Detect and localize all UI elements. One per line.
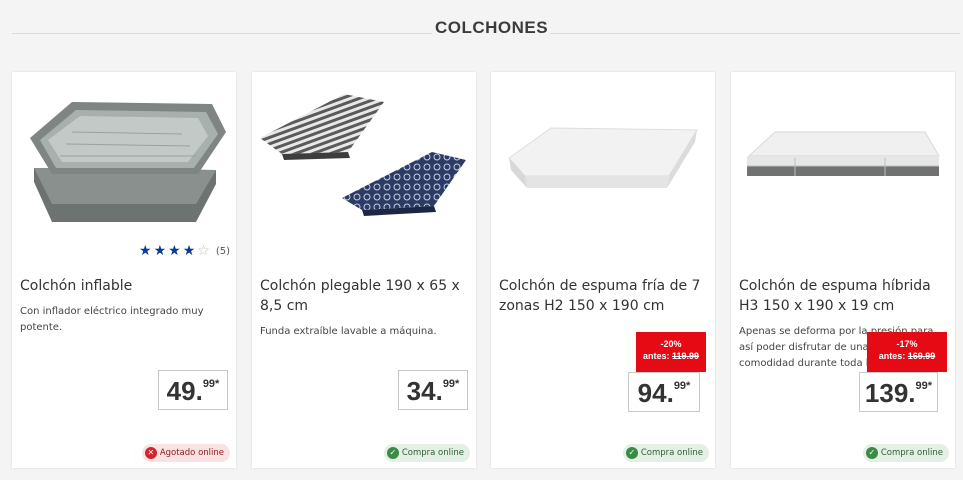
discount-percent: -20% <box>660 339 682 349</box>
availability-label: Compra online <box>880 448 943 458</box>
before-label: antes: <box>642 351 670 361</box>
availability-badge: ✕ Agotado online <box>141 444 230 462</box>
product-image-folding-mattress[interactable] <box>252 72 476 242</box>
check-circle-icon: ✓ <box>865 447 878 459</box>
availability-label: Compra online <box>401 448 464 458</box>
price-box: 49. 99* <box>158 370 228 410</box>
price-box: 139. 99* <box>859 372 938 412</box>
product-title[interactable]: Colchón de espuma híbrida H3 150 x 190 x… <box>739 276 949 316</box>
price-cents: 99* <box>915 380 933 392</box>
section-title: COLCHONES <box>434 18 549 37</box>
x-circle-icon: ✕ <box>144 447 157 459</box>
product-image-inflatable-mattress[interactable] <box>12 72 236 242</box>
product-title[interactable]: Colchón plegable 190 x 65 x 8,5 cm <box>260 276 470 316</box>
price-integer: 49. <box>166 376 203 406</box>
price-integer: 139. <box>864 378 916 408</box>
star-rating[interactable]: ★ ★ ★ ★ ☆ (5) <box>139 244 230 258</box>
check-circle-icon: ✓ <box>625 447 638 459</box>
price-cents: 99* <box>673 380 691 392</box>
availability-label: Agotado online <box>159 448 224 458</box>
before-label: antes: <box>878 351 906 361</box>
product-title[interactable]: Colchón inflable <box>20 276 230 296</box>
star-filled-icon: ★ <box>182 243 196 259</box>
product-card-cold-foam-mattress[interactable]: Colchón de espuma fría de 7 zonas H2 150… <box>491 72 715 468</box>
product-image-hybrid-foam-mattress[interactable] <box>731 72 955 242</box>
product-card-folding-mattress[interactable]: Colchón plegable 190 x 65 x 8,5 cm Funda… <box>252 72 476 468</box>
product-description: Funda extraíble lavable a máquina. <box>260 326 437 337</box>
star-empty-icon: ☆ <box>197 243 210 259</box>
discount-badge: -17% antes: 169.99 <box>867 332 947 372</box>
price-box: 94. 99* <box>628 372 700 412</box>
product-card-inflatable-mattress[interactable]: ★ ★ ★ ★ ☆ (5) Colchón inflable Con infla… <box>12 72 236 468</box>
price-cents: 99* <box>442 378 460 390</box>
availability-badge: ✓ Compra online <box>383 444 470 462</box>
star-filled-icon: ★ <box>168 243 181 259</box>
rating-count[interactable]: (5) <box>216 246 230 257</box>
star-filled-icon: ★ <box>139 243 152 259</box>
check-circle-icon: ✓ <box>386 447 399 459</box>
price-box: 34. 99* <box>398 370 468 410</box>
product-card-hybrid-foam-mattress[interactable]: Colchón de espuma híbrida H3 150 x 190 x… <box>731 72 955 468</box>
availability-label: Compra online <box>640 448 703 458</box>
divider-right <box>550 33 960 34</box>
product-image-cold-foam-mattress[interactable] <box>491 72 715 242</box>
product-description: Con inflador eléctrico integrado muy pot… <box>20 306 204 333</box>
before-price: 169.99 <box>907 351 936 361</box>
product-title[interactable]: Colchón de espuma fría de 7 zonas H2 150… <box>499 276 709 316</box>
price-integer: 94. <box>637 378 674 408</box>
section-header: COLCHONES <box>0 0 963 64</box>
before-price: 119.99 <box>672 351 700 361</box>
price-integer: 34. <box>406 376 443 406</box>
availability-badge: ✓ Compra online <box>622 444 709 462</box>
star-filled-icon: ★ <box>153 243 167 259</box>
discount-badge: -20% antes: 119.99 <box>636 332 706 372</box>
discount-percent: -17% <box>896 339 918 349</box>
availability-badge: ✓ Compra online <box>862 444 949 462</box>
price-cents: 99* <box>202 378 220 390</box>
